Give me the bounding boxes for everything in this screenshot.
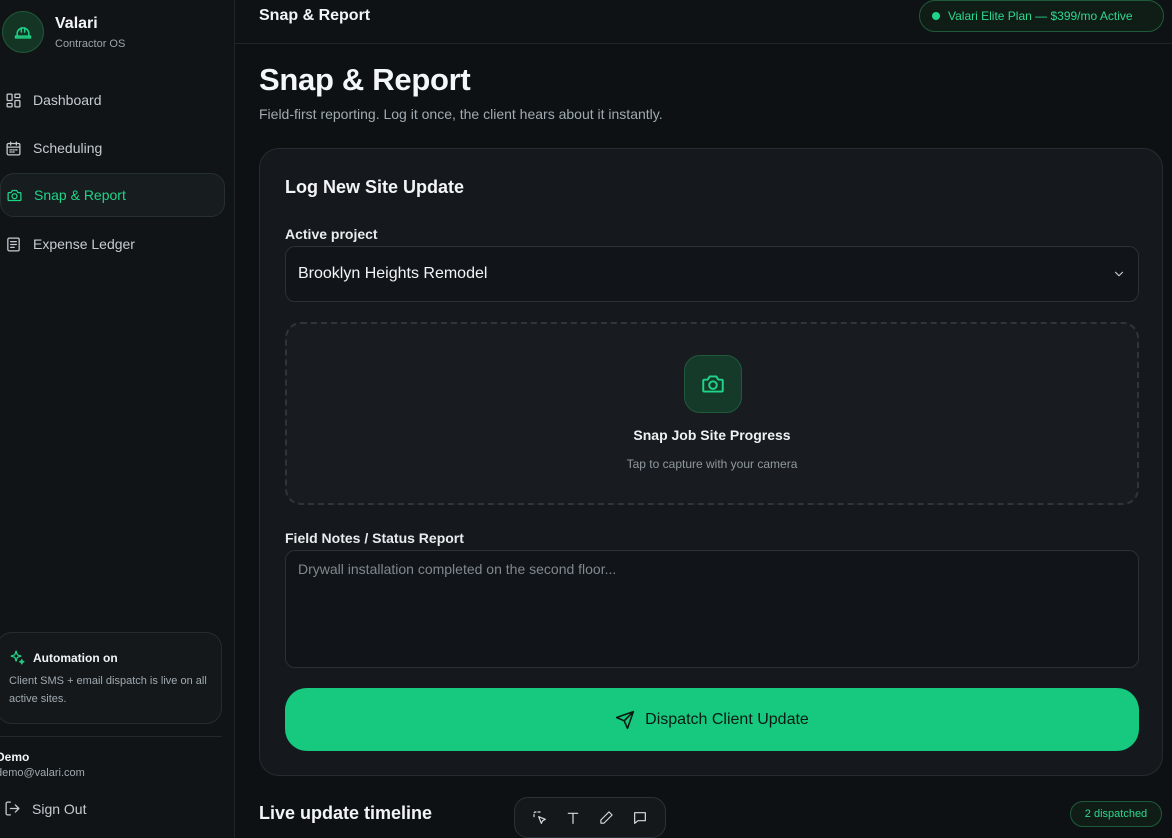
- sidebar-item-label: Snap & Report: [34, 187, 126, 203]
- field-notes-input[interactable]: [285, 550, 1139, 668]
- sign-out-label: Sign Out: [32, 800, 87, 817]
- dispatch-client-update-button[interactable]: Dispatch Client Update: [285, 688, 1139, 751]
- user-email: demo@valari.com: [0, 767, 85, 779]
- hardhat-icon: [2, 11, 44, 53]
- upload-subtitle: Tap to capture with your camera: [626, 457, 798, 471]
- brand[interactable]: Valari Contractor OS: [2, 11, 125, 53]
- camera-icon: [5, 186, 23, 204]
- automation-description: Client SMS + email dispatch is live on a…: [9, 675, 207, 705]
- plan-badge[interactable]: Valari Elite Plan — $399/mo Active: [919, 0, 1164, 32]
- dispatch-label: Dispatch Client Update: [645, 710, 809, 728]
- sidebar-divider: [0, 736, 222, 737]
- site-update-card: Log New Site Update Active project Brook…: [259, 148, 1163, 776]
- brand-name: Valari: [55, 15, 98, 32]
- sidebar-item-expense-ledger[interactable]: Expense Ledger: [0, 222, 225, 266]
- topbar-title: Snap & Report: [259, 7, 371, 24]
- automation-title: Automation on: [33, 650, 118, 665]
- sidebar-item-label: Scheduling: [33, 140, 103, 156]
- user-name: Demo: [0, 750, 30, 764]
- sidebar-item-dashboard[interactable]: Dashboard: [0, 78, 225, 122]
- sign-out-button[interactable]: Sign Out: [4, 800, 86, 817]
- camera-icon: [684, 355, 742, 413]
- sparkles-icon: [9, 649, 26, 666]
- status-dot-icon: [932, 12, 940, 20]
- page-title: Snap & Report: [259, 62, 471, 97]
- dispatched-count-badge: 2 dispatched: [1070, 801, 1162, 827]
- pencil-icon[interactable]: [595, 806, 619, 830]
- select-cursor-icon[interactable]: [528, 806, 552, 830]
- chevron-down-icon: [1112, 267, 1126, 281]
- dashboard-icon: [4, 91, 22, 109]
- brand-subtitle: Contractor OS: [55, 38, 126, 50]
- sidebar: Valari Contractor OS Dashboard Schedulin…: [0, 0, 235, 838]
- calendar-icon: [4, 139, 22, 157]
- annotation-toolbar: [514, 797, 666, 838]
- sidebar-item-label: Expense Ledger: [33, 236, 135, 252]
- notes-label: Field Notes / Status Report: [285, 530, 464, 546]
- timeline-title: Live update timeline: [259, 803, 433, 823]
- sidebar-item-label: Dashboard: [33, 92, 102, 108]
- upload-title: Snap Job Site Progress: [633, 427, 791, 443]
- page-subtitle: Field-first reporting. Log it once, the …: [259, 106, 663, 122]
- card-title: Log New Site Update: [285, 177, 465, 197]
- send-icon: [615, 710, 635, 730]
- comment-icon[interactable]: [628, 806, 652, 830]
- automation-card: Automation on Client SMS + email dispatc…: [0, 632, 222, 724]
- project-select[interactable]: Brooklyn Heights Remodel: [285, 246, 1139, 302]
- sidebar-item-scheduling[interactable]: Scheduling: [0, 126, 225, 170]
- photo-upload-area[interactable]: Snap Job Site Progress Tap to capture wi…: [285, 322, 1139, 505]
- sidebar-item-snap-report[interactable]: Snap & Report: [0, 173, 225, 217]
- project-label: Active project: [285, 226, 378, 242]
- plan-badge-label: Valari Elite Plan — $399/mo Active: [948, 9, 1133, 23]
- topbar: Snap & Report Valari Elite Plan — $399/m…: [235, 0, 1172, 44]
- project-select-value: Brooklyn Heights Remodel: [298, 265, 488, 282]
- text-tool-icon[interactable]: [561, 806, 585, 830]
- logout-icon: [4, 800, 21, 817]
- ledger-icon: [4, 235, 22, 253]
